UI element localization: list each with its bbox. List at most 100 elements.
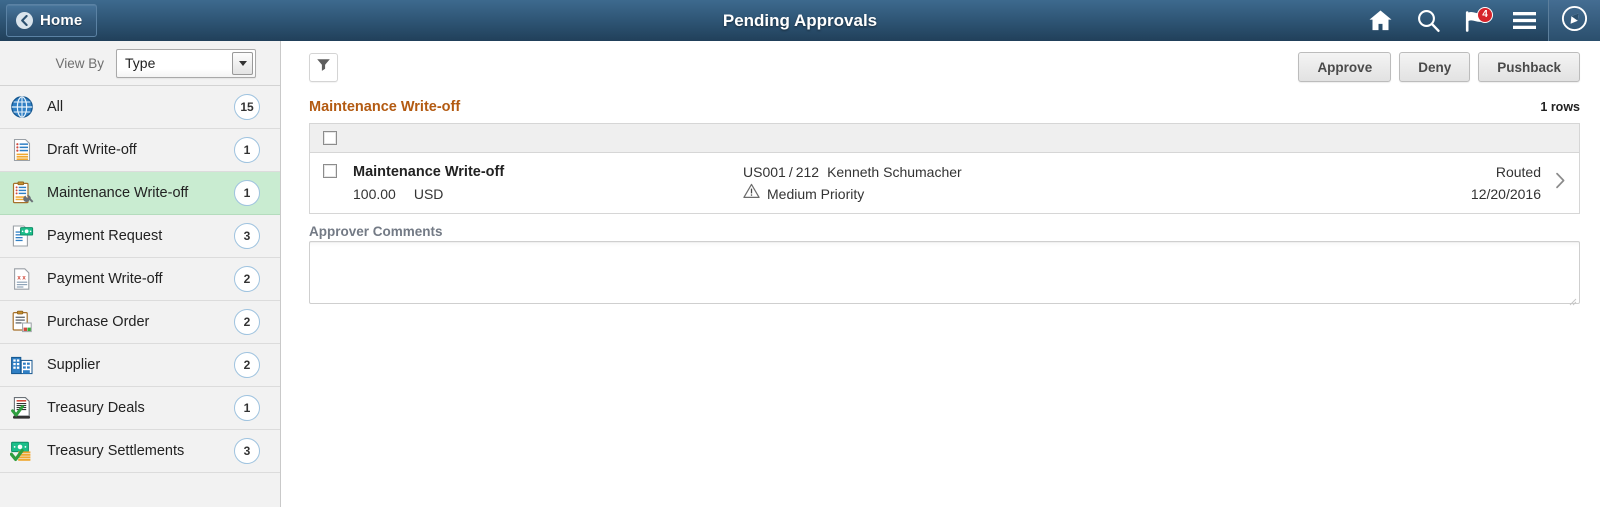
row-amount-line: 100.00 USD (353, 183, 743, 205)
row-open-button[interactable] (1541, 172, 1579, 194)
view-by-select[interactable]: Type (116, 48, 256, 78)
svg-text:x: x (17, 274, 21, 281)
row-description-column: Maintenance Write-off 100.00 USD (353, 161, 743, 205)
clipboard-wrench-icon (8, 179, 36, 207)
sidebar-item-treasury-settlements[interactable]: Treasury Settlements 3 (0, 430, 280, 473)
row-detail-column: US001/212 Kenneth Schumacher Medium Prior… (743, 161, 1421, 205)
approvals-grid: Maintenance Write-off 100.00 USD US001/21… (309, 123, 1580, 214)
globe-icon (8, 93, 36, 121)
row-separator: / (788, 164, 793, 180)
sidebar-item-maintenance-write-off[interactable]: Maintenance Write-off 1 (0, 172, 280, 215)
home-icon-button[interactable] (1356, 0, 1404, 41)
buildings-icon (8, 351, 36, 379)
sidebar-item-label: Payment Request (47, 228, 163, 244)
app-header: Home Pending Approvals 4 (0, 0, 1600, 41)
document-list-icon (8, 136, 36, 164)
row-select-checkbox[interactable] (323, 164, 337, 178)
sidebar-item-count: 3 (234, 223, 260, 249)
home-icon (1368, 9, 1393, 32)
chevron-down-icon[interactable] (232, 51, 253, 75)
approver-comments-section: Approver Comments (309, 224, 1580, 306)
approve-button[interactable]: Approve (1298, 52, 1392, 82)
sidebar-item-supplier[interactable]: Supplier 2 (0, 344, 280, 387)
sidebar-item-count: 1 (234, 180, 260, 206)
sidebar-item-count: 2 (234, 352, 260, 378)
row-checkbox-wrap (323, 161, 353, 178)
filter-funnel-icon (316, 57, 331, 77)
sidebar-item-all[interactable]: All 15 (0, 86, 280, 129)
table-row[interactable]: Maintenance Write-off 100.00 USD US001/21… (310, 153, 1579, 214)
sidebar-item-label: Treasury Deals (47, 400, 145, 416)
row-priority-line: Medium Priority (743, 183, 1421, 205)
document-x-icon: x x (8, 265, 36, 293)
header-icon-group: 4 (1356, 0, 1600, 41)
main-content: Approve Deny Pushback Maintenance Write-… (281, 41, 1600, 507)
rows-count: 1 rows (1540, 100, 1580, 114)
notifications-icon-button[interactable]: 4 (1452, 0, 1500, 41)
navbar-compass-icon (1561, 5, 1588, 37)
document-money-icon (8, 222, 36, 250)
pushback-button[interactable]: Pushback (1478, 52, 1580, 82)
sidebar-item-count: 15 (234, 94, 260, 120)
sidebar-item-label: Payment Write-off (47, 271, 163, 287)
body-wrapper: View By Type All 15 Draft Write-off 1 Ma… (0, 41, 1600, 507)
search-icon-button[interactable] (1404, 0, 1452, 41)
approver-comments-input[interactable] (310, 242, 1579, 303)
sidebar-item-draft-write-off[interactable]: Draft Write-off 1 (0, 129, 280, 172)
group-title: Maintenance Write-off (309, 99, 461, 115)
view-by-row: View By Type (0, 41, 280, 86)
toolbar: Approve Deny Pushback (281, 41, 1600, 93)
row-title: Maintenance Write-off (353, 164, 505, 180)
hamburger-menu-icon (1512, 11, 1537, 30)
sidebar-item-label: All (47, 99, 64, 115)
sidebar-item-label: Supplier (47, 357, 101, 373)
sidebar-item-label: Purchase Order (47, 314, 150, 330)
row-requester-line: US001/212 Kenneth Schumacher (743, 161, 1421, 183)
svg-text:x: x (22, 274, 26, 281)
select-all-checkbox[interactable] (323, 131, 337, 145)
row-requester: Kenneth Schumacher (827, 164, 962, 180)
row-amount: 100.00 (353, 186, 396, 202)
sidebar-item-count: 1 (234, 395, 260, 421)
warning-triangle-icon (743, 183, 760, 205)
row-status-column: Routed 12/20/2016 (1421, 161, 1541, 205)
sidebar-item-payment-write-off[interactable]: x x Payment Write-off 2 (0, 258, 280, 301)
approver-comments-label: Approver Comments (309, 224, 443, 239)
row-doc-id: 212 (795, 164, 820, 180)
notifications-badge: 4 (1477, 7, 1493, 23)
sidebar-item-treasury-deals[interactable]: Treasury Deals 1 (0, 387, 280, 430)
sidebar-item-label: Maintenance Write-off (47, 185, 189, 201)
row-status: Routed (1495, 164, 1541, 180)
approval-actions: Approve Deny Pushback (1298, 52, 1580, 82)
back-chevron-icon (16, 12, 33, 29)
filter-button[interactable] (309, 52, 338, 82)
navbar-button[interactable] (1548, 0, 1600, 41)
clipboard-order-icon (8, 308, 36, 336)
view-by-value: Type (125, 55, 156, 71)
document-check-icon (8, 394, 36, 422)
home-button[interactable]: Home (6, 4, 98, 37)
sidebar-item-count: 2 (234, 309, 260, 335)
row-priority: Medium Priority (767, 186, 865, 202)
row-date: 12/20/2016 (1470, 186, 1541, 202)
view-by-label: View By (55, 55, 104, 71)
search-icon (1416, 8, 1441, 33)
sidebar-item-label: Draft Write-off (47, 142, 137, 158)
row-currency: USD (413, 186, 444, 202)
sidebar-item-count: 3 (234, 438, 260, 464)
approver-comments-box[interactable] (309, 241, 1580, 306)
grid-header-row (310, 124, 1579, 153)
sidebar: View By Type All 15 Draft Write-off 1 Ma… (0, 41, 281, 507)
sidebar-item-payment-request[interactable]: Payment Request 3 (0, 215, 280, 258)
menu-icon-button[interactable] (1500, 0, 1548, 41)
sidebar-item-count: 1 (234, 137, 260, 163)
chevron-right-icon (1555, 172, 1566, 194)
sidebar-item-count: 2 (234, 266, 260, 292)
row-business-unit: US001 (743, 164, 786, 180)
group-header: Maintenance Write-off 1 rows (281, 99, 1600, 115)
home-button-label: Home (40, 12, 83, 29)
sidebar-item-label: Treasury Settlements (47, 443, 185, 459)
sidebar-item-purchase-order[interactable]: Purchase Order 2 (0, 301, 280, 344)
deny-button[interactable]: Deny (1399, 52, 1471, 82)
money-check-icon (8, 437, 36, 465)
